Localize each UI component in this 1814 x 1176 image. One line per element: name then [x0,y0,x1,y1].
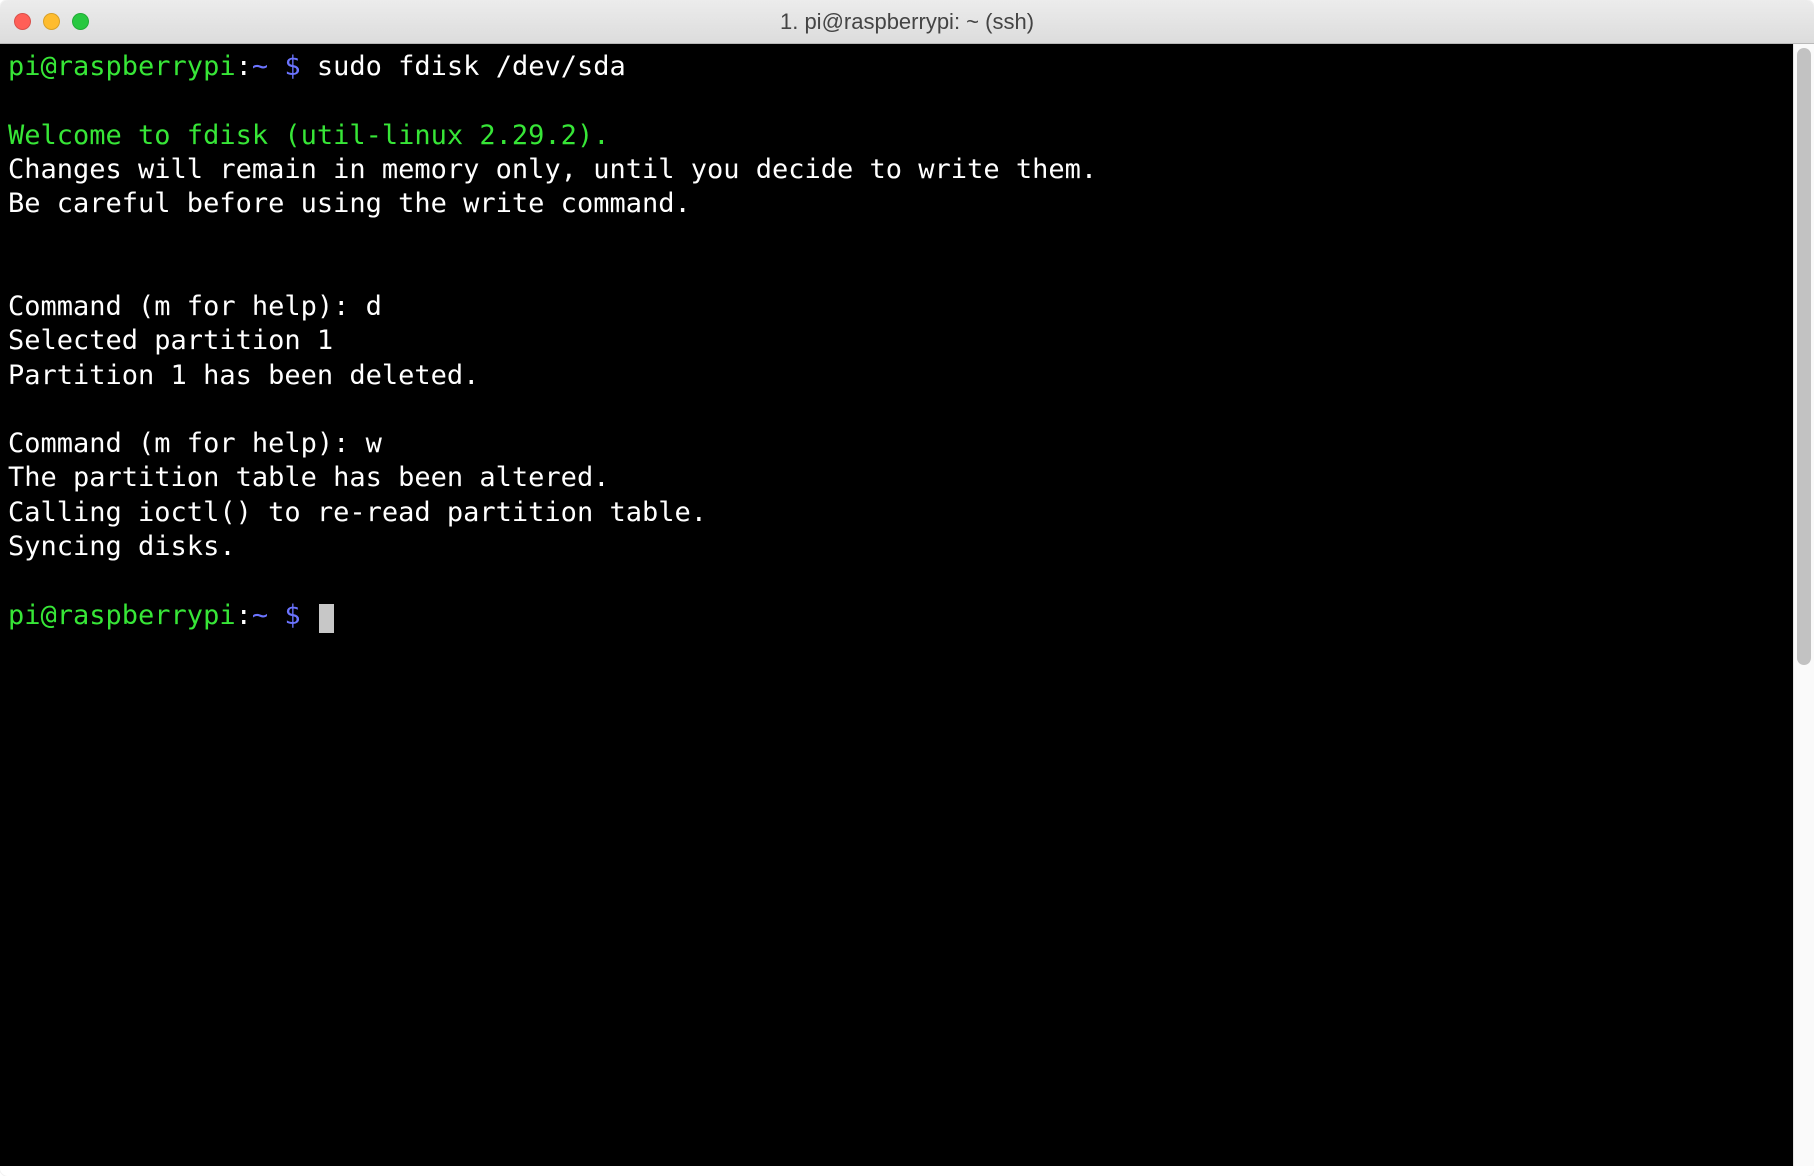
line-deleted: Partition 1 has been deleted. [8,360,479,391]
prompt-sep: : [236,51,252,82]
line-cmd-w: Command (m for help): w [8,428,382,459]
cursor [319,604,334,633]
titlebar: 1. pi@raspberrypi: ~ (ssh) [0,0,1814,44]
scrollbar-track[interactable] [1793,44,1814,1166]
line-careful: Be careful before using the write comman… [8,188,691,219]
line-selected: Selected partition 1 [8,325,333,356]
close-button[interactable] [14,13,31,30]
scrollbar-thumb[interactable] [1797,48,1811,665]
traffic-lights [14,13,89,30]
minimize-button[interactable] [43,13,60,30]
prompt-path: ~ $ [252,600,301,631]
prompt-user-host: pi@raspberrypi [8,51,236,82]
prompt-user-host: pi@raspberrypi [8,600,236,631]
line-ioctl: Calling ioctl() to re-read partition tab… [8,497,707,528]
line-changes: Changes will remain in memory only, unti… [8,154,1097,185]
fdisk-welcome: Welcome to fdisk (util-linux 2.29.2). [8,120,609,151]
terminal-wrap: pi@raspberrypi:~ $ sudo fdisk /dev/sda W… [0,44,1814,1166]
terminal-window: 1. pi@raspberrypi: ~ (ssh) pi@raspberryp… [0,0,1814,1176]
command-1: sudo fdisk /dev/sda [301,51,626,82]
prompt-sep: : [236,600,252,631]
zoom-button[interactable] [72,13,89,30]
line-cmd-d: Command (m for help): d [8,291,382,322]
prompt-path: ~ $ [252,51,301,82]
window-title: 1. pi@raspberrypi: ~ (ssh) [0,9,1814,35]
terminal-output[interactable]: pi@raspberrypi:~ $ sudo fdisk /dev/sda W… [0,44,1793,1166]
line-altered: The partition table has been altered. [8,462,609,493]
line-sync: Syncing disks. [8,531,236,562]
